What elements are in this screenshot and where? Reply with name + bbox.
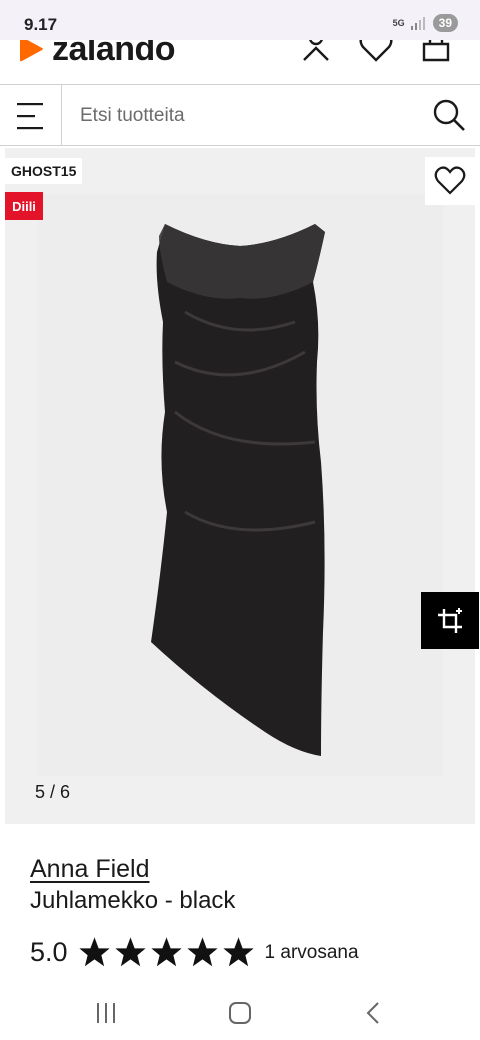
product-brand-link[interactable]: Anna Field [30, 855, 150, 884]
status-bar: 9.17 5G 39 [0, 0, 480, 40]
image-counter: 5 / 6 [35, 782, 71, 802]
status-icons: 5G 39 [393, 14, 458, 32]
product-name: Juhlamekko - black [30, 887, 236, 914]
review-count: 1 arvosana [264, 941, 359, 963]
status-time: 9.17 [24, 15, 58, 34]
recent-apps-icon[interactable] [92, 999, 120, 1027]
rating-value: 5.0 [30, 937, 68, 967]
network-label: 5G [392, 17, 405, 28]
battery-indicator: 39 [432, 14, 458, 32]
signal-icon [410, 17, 425, 30]
crop-icon [438, 607, 462, 633]
home-icon[interactable] [226, 999, 254, 1027]
logo-text: zalando [52, 40, 176, 68]
heart-icon [434, 166, 466, 195]
heart-icon[interactable] [358, 40, 394, 66]
star-icon [222, 937, 254, 967]
star-icon [78, 937, 110, 967]
deal-badge: Diili [5, 192, 43, 220]
search-icon[interactable] [432, 98, 466, 132]
rating-stars [78, 936, 255, 969]
star-icon [114, 937, 146, 967]
system-nav-bar [0, 985, 480, 1040]
bag-icon[interactable] [418, 40, 454, 66]
account-icon[interactable] [298, 40, 334, 66]
product-image-dress [151, 224, 325, 756]
zalando-logo-icon [20, 40, 43, 62]
wishlist-button[interactable] [425, 157, 475, 205]
search-input[interactable]: Etsi tuotteita [80, 105, 185, 127]
star-icon [186, 937, 218, 967]
menu-icon [16, 102, 43, 129]
app-header: zalando [0, 40, 480, 85]
menu-button[interactable] [0, 85, 62, 146]
product-gallery[interactable]: GHOST15 Diili 5 / 6 [5, 148, 475, 824]
promo-code-badge: GHOST15 [5, 158, 83, 184]
rating-row[interactable]: 5.0 1 arvosana [30, 936, 359, 969]
back-icon[interactable] [360, 999, 388, 1027]
logo[interactable]: zalando [16, 40, 176, 68]
star-icon [150, 937, 182, 967]
search-bar: Etsi tuotteita [0, 84, 480, 146]
crop-button[interactable] [421, 592, 479, 649]
